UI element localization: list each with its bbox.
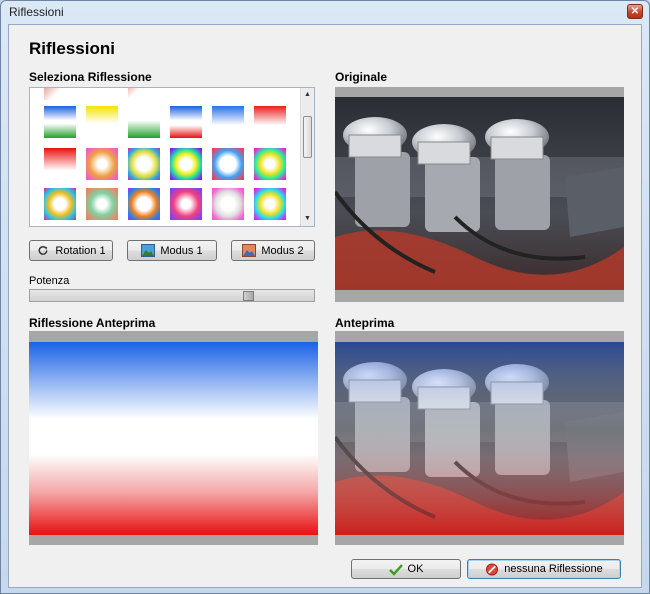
reflection-thumbnail[interactable] bbox=[86, 188, 118, 220]
scrollbar-thumb[interactable] bbox=[303, 116, 312, 158]
reflection-thumbnail[interactable] bbox=[44, 148, 76, 180]
scroll-down-arrow-icon[interactable]: ▼ bbox=[301, 212, 314, 226]
page-title: Riflessioni bbox=[29, 39, 115, 58]
reflection-thumbnail[interactable] bbox=[254, 88, 286, 100]
reflection-thumbnail[interactable] bbox=[212, 148, 244, 180]
original-image-frame bbox=[335, 87, 624, 302]
reflection-thumbnail[interactable] bbox=[128, 148, 160, 180]
reflection-thumbnail[interactable] bbox=[128, 188, 160, 220]
ok-button-label: OK bbox=[407, 563, 424, 575]
original-image bbox=[335, 97, 624, 290]
dialog-body: Riflessioni Seleziona Riflessione ▲ ▼ Ro… bbox=[8, 24, 642, 588]
title-bar[interactable]: Riflessioni ✕ bbox=[1, 1, 649, 23]
reflection-thumbnail[interactable] bbox=[170, 188, 202, 220]
strength-slider[interactable] bbox=[29, 289, 315, 302]
reflection-thumbnail[interactable] bbox=[86, 88, 118, 100]
reflection-thumbnail[interactable] bbox=[44, 88, 76, 100]
reflection-preview-label: Riflessione Anteprima bbox=[29, 316, 156, 330]
preview-label: Anteprima bbox=[335, 316, 395, 330]
reflection-gradient-preview bbox=[29, 342, 318, 535]
reflection-thumbnail[interactable] bbox=[254, 106, 286, 138]
reflection-thumbnail[interactable] bbox=[170, 148, 202, 180]
preview-image bbox=[335, 342, 624, 535]
dialog-window: Riflessioni ✕ Riflessioni Seleziona Rifl… bbox=[0, 0, 650, 594]
reflection-preview-frame bbox=[29, 331, 318, 545]
reflection-thumbnail[interactable] bbox=[86, 106, 118, 138]
image-icon bbox=[141, 244, 156, 257]
reflection-thumbnail[interactable] bbox=[128, 106, 160, 138]
select-reflection-label: Seleziona Riflessione bbox=[29, 70, 152, 84]
window-title: Riflessioni bbox=[9, 5, 64, 19]
no-entry-icon bbox=[486, 562, 499, 576]
reflection-thumbnail[interactable] bbox=[170, 88, 202, 100]
reflection-thumbnail[interactable] bbox=[212, 88, 244, 100]
rotation-button[interactable]: Rotation 1 bbox=[29, 240, 113, 261]
modus2-button-label: Modus 2 bbox=[261, 244, 304, 257]
reflection-gallery[interactable]: ▲ ▼ bbox=[29, 87, 315, 227]
reflection-thumbnail[interactable] bbox=[86, 148, 118, 180]
modus1-button-label: Modus 1 bbox=[160, 244, 203, 257]
gallery-scrollbar[interactable]: ▲ ▼ bbox=[300, 88, 314, 226]
preview-image-frame bbox=[335, 331, 624, 545]
no-reflection-button[interactable]: nessuna Riflessione bbox=[467, 559, 621, 579]
reflection-thumbnail[interactable] bbox=[212, 188, 244, 220]
reflection-thumbnail[interactable] bbox=[44, 188, 76, 220]
checkmark-icon bbox=[388, 563, 403, 576]
rotate-icon bbox=[39, 246, 48, 255]
close-button[interactable]: ✕ bbox=[627, 4, 643, 19]
image-icon bbox=[242, 244, 257, 257]
reflection-thumbnail[interactable] bbox=[44, 106, 76, 138]
reflection-thumbnail[interactable] bbox=[170, 106, 202, 138]
original-label: Originale bbox=[335, 70, 388, 84]
strength-label: Potenza bbox=[29, 275, 70, 287]
reflection-thumbnail[interactable] bbox=[254, 188, 286, 220]
modus2-button[interactable]: Modus 2 bbox=[231, 240, 315, 261]
slider-thumb[interactable] bbox=[243, 291, 254, 301]
scroll-up-arrow-icon[interactable]: ▲ bbox=[301, 88, 314, 102]
ok-button[interactable]: OK bbox=[351, 559, 461, 579]
modus1-button[interactable]: Modus 1 bbox=[127, 240, 217, 261]
reflection-thumbnail[interactable] bbox=[212, 106, 244, 138]
reflection-thumbnail[interactable] bbox=[128, 88, 160, 100]
rotation-button-label: Rotation 1 bbox=[55, 244, 106, 257]
no-reflection-button-label: nessuna Riflessione bbox=[504, 563, 603, 575]
reflection-thumbnail[interactable] bbox=[254, 148, 286, 180]
